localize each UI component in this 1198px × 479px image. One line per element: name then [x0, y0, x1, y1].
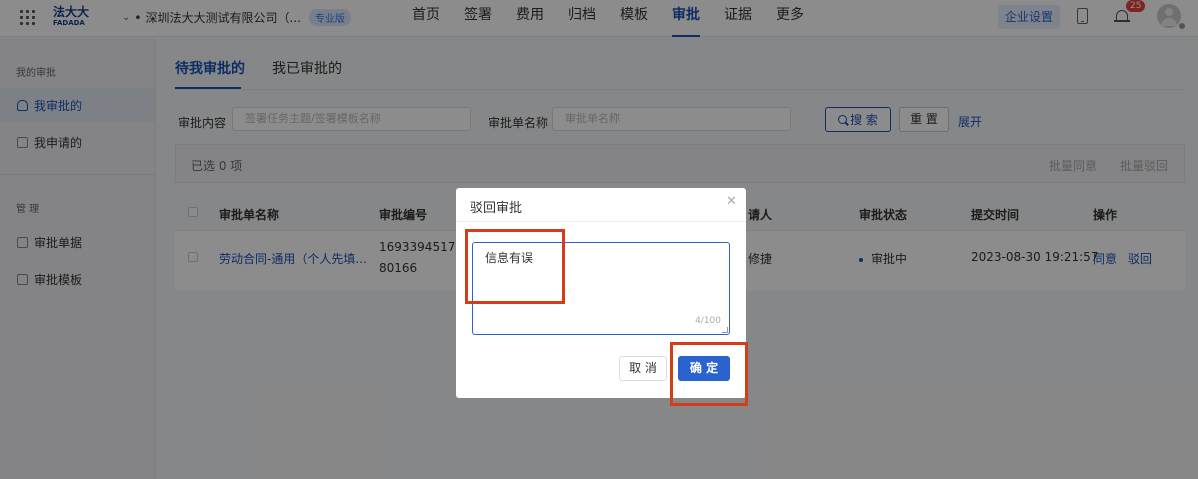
- highlight-box-confirm: [670, 342, 748, 406]
- dialog-title: 驳回审批: [470, 201, 523, 216]
- resize-handle-icon[interactable]: [722, 327, 728, 333]
- dialog-divider: [456, 221, 746, 222]
- char-counter: 4/100: [695, 316, 721, 326]
- cancel-button[interactable]: 取 消: [619, 356, 667, 381]
- highlight-box-reason: [465, 229, 565, 304]
- close-icon[interactable]: ✕: [726, 194, 737, 209]
